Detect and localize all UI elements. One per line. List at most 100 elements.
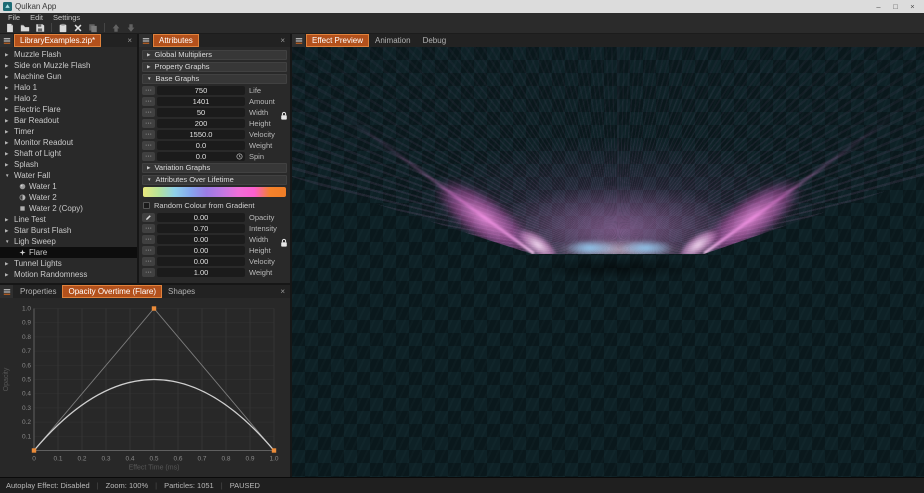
graph-dots-button[interactable]: ··· (142, 224, 155, 233)
tree-item[interactable]: ▶ Timer (0, 126, 137, 137)
random-colour-checkbox[interactable] (143, 202, 150, 209)
curve-point[interactable] (271, 448, 277, 453)
tree-item[interactable]: ▶ Monitor Readout (0, 137, 137, 148)
tree-item[interactable]: ▶ Machine Gun (0, 71, 137, 82)
value-field[interactable]: 1401 (157, 97, 245, 106)
graph-dots-button[interactable]: ··· (142, 86, 155, 95)
effect-preview-viewport[interactable] (292, 47, 924, 477)
tree-item[interactable]: ▶ Tunnel Lights (0, 258, 137, 269)
curve-point[interactable] (151, 306, 157, 311)
value-field[interactable]: 0.00 (157, 246, 245, 255)
opacity-graph[interactable]: 1.0 0.9 0.8 0.7 0.6 0.5 0.4 0.3 0.2 0.1 0 0.1 0.2 0.3… (0, 298, 290, 477)
tab-animation[interactable]: Animation (369, 34, 417, 47)
tree-item[interactable]: Water 2 (Copy) (0, 203, 137, 214)
value-field[interactable]: 50 (157, 108, 245, 117)
value-field[interactable]: 750 (157, 86, 245, 95)
close-tab-icon[interactable]: × (275, 287, 290, 296)
copy-button[interactable] (86, 22, 100, 33)
flare-icon (19, 249, 26, 256)
graph-dots-button[interactable]: ··· (142, 119, 155, 128)
tab-library-examples[interactable]: LibraryExamples.zip* (14, 34, 102, 47)
section-base-graphs[interactable]: ▼ Base Graphs (142, 74, 287, 84)
value-field[interactable]: 1.00 (157, 268, 245, 277)
curve-point[interactable] (31, 448, 37, 453)
tree-item[interactable]: Flare (0, 247, 137, 258)
value-field[interactable]: 0.0 (157, 152, 245, 161)
value-field[interactable]: 0.00 (157, 213, 245, 222)
tab-debug[interactable]: Debug (417, 34, 453, 47)
chevron-right-icon: ▶ (147, 51, 151, 57)
toolbar (0, 22, 924, 34)
tree-item[interactable]: ▶ Star Burst Flash (0, 225, 137, 236)
graph-dots-button[interactable]: ··· (142, 268, 155, 277)
value-field[interactable]: 200 (157, 119, 245, 128)
tree-item[interactable]: ▶ Shaft of Light (0, 148, 137, 159)
move-up-button[interactable] (109, 22, 123, 33)
open-folder-button[interactable] (18, 22, 32, 33)
save-icon (35, 23, 45, 33)
tree-item[interactable]: ▶ Muzzle Flash (0, 49, 137, 60)
clock-icon (236, 153, 243, 160)
graph-dots-button[interactable]: ··· (142, 235, 155, 244)
chevron-right-icon: ▶ (147, 164, 151, 170)
close-tab-icon[interactable]: × (122, 36, 137, 45)
value-field[interactable]: 0.00 (157, 257, 245, 266)
tab-effect-preview[interactable]: Effect Preview (306, 34, 369, 47)
minimize-icon[interactable]: – (870, 0, 887, 13)
section-attributes-over-lifetime[interactable]: ▼ Attributes Over Lifetime (142, 175, 287, 185)
graph-dots-button[interactable]: ··· (142, 141, 155, 150)
value-field[interactable]: 0.00 (157, 235, 245, 244)
tab-shapes[interactable]: Shapes (162, 285, 201, 298)
colour-gradient-bar[interactable] (143, 187, 286, 197)
tree-item[interactable]: ▼ Water Fall (0, 170, 137, 181)
section-global-multipliers[interactable]: ▶ Global Multipliers (142, 50, 287, 60)
move-down-button[interactable] (124, 22, 138, 33)
panel-menu-icon[interactable] (139, 34, 152, 47)
menu-file[interactable]: File (3, 14, 25, 22)
value-field[interactable]: 1550.0 (157, 130, 245, 139)
graph-dots-button[interactable]: ··· (142, 246, 155, 255)
section-property-graphs[interactable]: ▶ Property Graphs (142, 62, 287, 72)
panel-menu-icon[interactable] (292, 34, 305, 47)
tree-item[interactable]: Water 2 (0, 192, 137, 203)
chevron-down-icon: ▼ (5, 173, 10, 178)
tab-properties[interactable]: Properties (14, 285, 62, 298)
tree-item[interactable]: ▶ Bar Readout (0, 115, 137, 126)
save-button[interactable] (33, 22, 47, 33)
section-variation-graphs[interactable]: ▶ Variation Graphs (142, 163, 287, 173)
library-tree: ▶ Muzzle Flash ▶ Side on Muzzle Flash ▶ Machi… (0, 47, 137, 283)
close-tab-icon[interactable]: × (275, 36, 290, 45)
y-tick-label: 0.1 (22, 433, 31, 440)
value-field[interactable]: 0.0 (157, 141, 245, 150)
graph-dots-button[interactable]: ··· (142, 130, 155, 139)
tree-item[interactable]: ▶ Side on Muzzle Flash (0, 60, 137, 71)
delete-item-button[interactable] (71, 22, 85, 33)
pencil-button[interactable] (142, 213, 155, 222)
paste-button[interactable] (56, 22, 70, 33)
menu-edit[interactable]: Edit (25, 14, 48, 22)
graph-dots-button[interactable]: ··· (142, 257, 155, 266)
graph-dots-button[interactable]: ··· (142, 152, 155, 161)
maximize-icon[interactable]: □ (887, 0, 904, 13)
tree-item[interactable]: ▶ Halo 1 (0, 82, 137, 93)
tree-item[interactable]: Water 1 (0, 181, 137, 192)
tree-item[interactable]: ▶ Splash (0, 159, 137, 170)
new-file-button[interactable] (3, 22, 17, 33)
tree-item[interactable]: ▼ Ligh Sweep (0, 236, 137, 247)
panel-menu-icon[interactable] (0, 285, 13, 298)
attribute-row: ··· 0.00 Height (142, 246, 287, 255)
graph-dots-button[interactable]: ··· (142, 108, 155, 117)
value-text: 0.00 (193, 256, 209, 266)
tree-item[interactable]: ▶ Electric Flare (0, 104, 137, 115)
menu-settings[interactable]: Settings (48, 14, 85, 22)
panel-menu-icon[interactable] (0, 34, 13, 47)
tab-opacity-overtime-flare-[interactable]: Opacity Overtime (Flare) (62, 285, 163, 298)
tree-item[interactable]: ▶ Line Test (0, 214, 137, 225)
value-field[interactable]: 0.70 (157, 224, 245, 233)
tree-item[interactable]: ▶ Motion Randomness (0, 269, 137, 280)
tree-item-label: Motion Randomness (14, 270, 88, 279)
close-icon[interactable]: × (904, 0, 921, 13)
tab-attributes[interactable]: Attributes (153, 34, 199, 47)
tree-item[interactable]: ▶ Halo 2 (0, 93, 137, 104)
graph-dots-button[interactable]: ··· (142, 97, 155, 106)
